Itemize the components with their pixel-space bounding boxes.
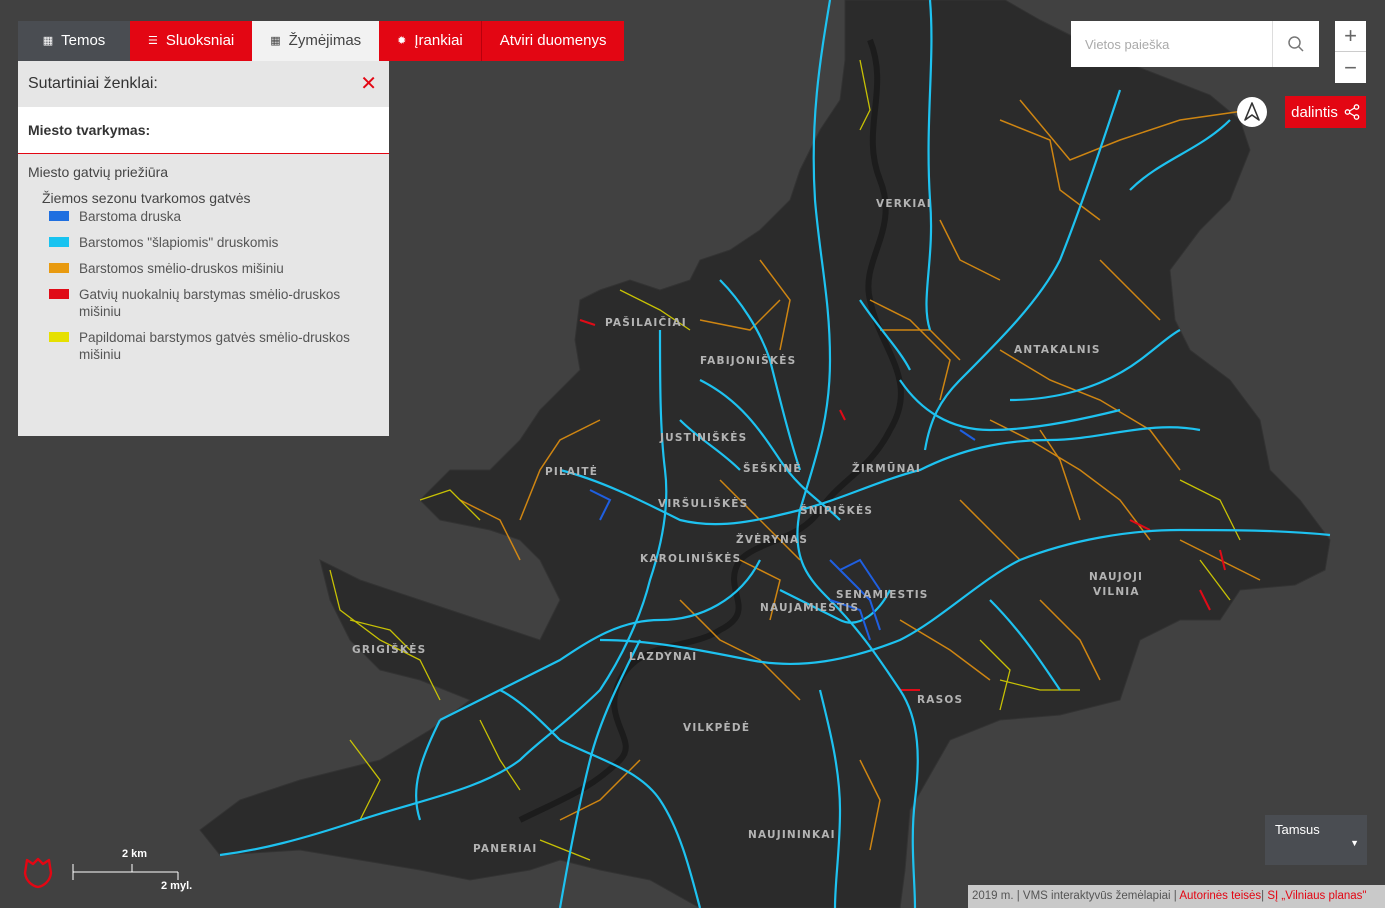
tab-temos[interactable]: ▦ Temos (18, 21, 130, 61)
close-icon[interactable]: ✕ (360, 74, 377, 94)
district-label: NAUJININKAI (748, 829, 836, 841)
district-label: NAUJOJI (1089, 571, 1143, 583)
district-label: KAROLINIŠKĖS (640, 551, 741, 565)
district-label: VIRŠULIŠKĖS (658, 496, 748, 510)
legend-item: Barstomos smėlio-druskos mišiniu (49, 260, 377, 277)
search-icon (1288, 36, 1304, 52)
list-icon: ☰ (148, 34, 158, 47)
legend-swatch (49, 332, 69, 342)
legend-swatch (49, 211, 69, 221)
district-label: ŽVĖRYNAS (736, 532, 808, 546)
search-button[interactable] (1272, 21, 1319, 67)
legend-title: Sutartiniai ženklai: (28, 75, 158, 92)
gear-icon: ✹ (397, 34, 407, 47)
district-label: RASOS (917, 694, 963, 706)
legend-panel: Sutartiniai ženklai: ✕ Miesto tvarkymas:… (18, 61, 389, 436)
district-label: GRIGIŠKĖS (352, 642, 426, 656)
district-label: VERKIAI (876, 198, 932, 210)
share-button[interactable]: dalintis (1285, 96, 1366, 128)
vilniaus-planas-link[interactable]: SĮ „Vilniaus planas" (1267, 890, 1366, 902)
navigation-arrow-icon (1244, 102, 1260, 121)
legend-item: Barstoma druska (49, 208, 377, 225)
district-label: ŠEŠKINĖ (743, 461, 802, 475)
grid-icon: ▦ (42, 34, 54, 47)
district-label: NAUJAMIESTIS (760, 602, 859, 614)
district-label: PAŠILAIČIAI (605, 316, 687, 329)
legend-subgroup-title: Žiemos sezonu tvarkomos gatvės (42, 190, 251, 206)
search-input[interactable] (1071, 21, 1272, 67)
legend-swatch (49, 237, 69, 247)
legend-swatch (49, 263, 69, 273)
district-label: FABIJONIŠKĖS (700, 353, 796, 367)
attribution: 2019 m. | VMS interaktyvūs žemėlapiai | … (968, 885, 1385, 908)
legend-group-title: Miesto gatvių priežiūra (28, 164, 169, 180)
legend-header: Sutartiniai ženklai: ✕ (18, 61, 389, 107)
district-label: PILAITĖ (545, 464, 598, 478)
district-label: ŠNIPIŠKĖS (800, 503, 873, 517)
caret-down-icon: ▼ (1350, 838, 1359, 848)
legend-item: Barstomos "šlapiomis" druskomis (49, 234, 377, 251)
district-label: PANERIAI (473, 843, 537, 855)
copyright-link[interactable]: Autorinės teisės (1179, 890, 1261, 902)
zoom-in-button[interactable]: + (1335, 21, 1366, 52)
legend-swatch (49, 289, 69, 299)
grid-icon: ▦ (270, 34, 281, 47)
share-icon (1344, 104, 1360, 120)
tab-irankiai[interactable]: ✹ Įrankiai (379, 21, 481, 61)
vilnius-logo-icon (23, 857, 53, 889)
district-label: SENAMIESTIS (836, 589, 929, 601)
tab-sluoksniai[interactable]: ☰ Sluoksniai (130, 21, 253, 61)
district-label: ŽIRMŪNAI (852, 462, 921, 475)
scale-bar: 2 km 2 myl. (72, 848, 197, 892)
district-label: VILKPĖDĖ (683, 720, 750, 734)
legend-item: Gatvių nuokalnių barstymas smėlio-drusko… (49, 286, 377, 320)
legend-items: Barstoma druska Barstomos "šlapiomis" dr… (18, 206, 389, 363)
district-label: VILNIA (1093, 586, 1140, 598)
basemap-select[interactable]: Tamsus ▼ (1265, 815, 1367, 865)
district-label: JUSTINIŠKĖS (659, 430, 747, 444)
district-label: LAZDYNAI (629, 651, 697, 663)
place-search (1071, 21, 1319, 67)
compass-button[interactable] (1237, 97, 1267, 127)
district-label: ANTAKALNIS (1014, 344, 1101, 356)
scale-line (72, 864, 179, 880)
legend-section-title: Miesto tvarkymas: (18, 107, 389, 154)
legend-item: Papildomai barstymos gatvės smėlio-drusk… (49, 329, 377, 363)
main-tabs: ▦ Temos ☰ Sluoksniai ▦ Žymėjimas ✹ Įrank… (18, 21, 625, 61)
tab-zymejimas[interactable]: ▦ Žymėjimas (252, 21, 380, 61)
zoom-out-button[interactable]: − (1335, 52, 1366, 83)
tab-atviri-duomenys[interactable]: Atviri duomenys (481, 21, 625, 61)
zoom-control: + − (1335, 21, 1366, 83)
